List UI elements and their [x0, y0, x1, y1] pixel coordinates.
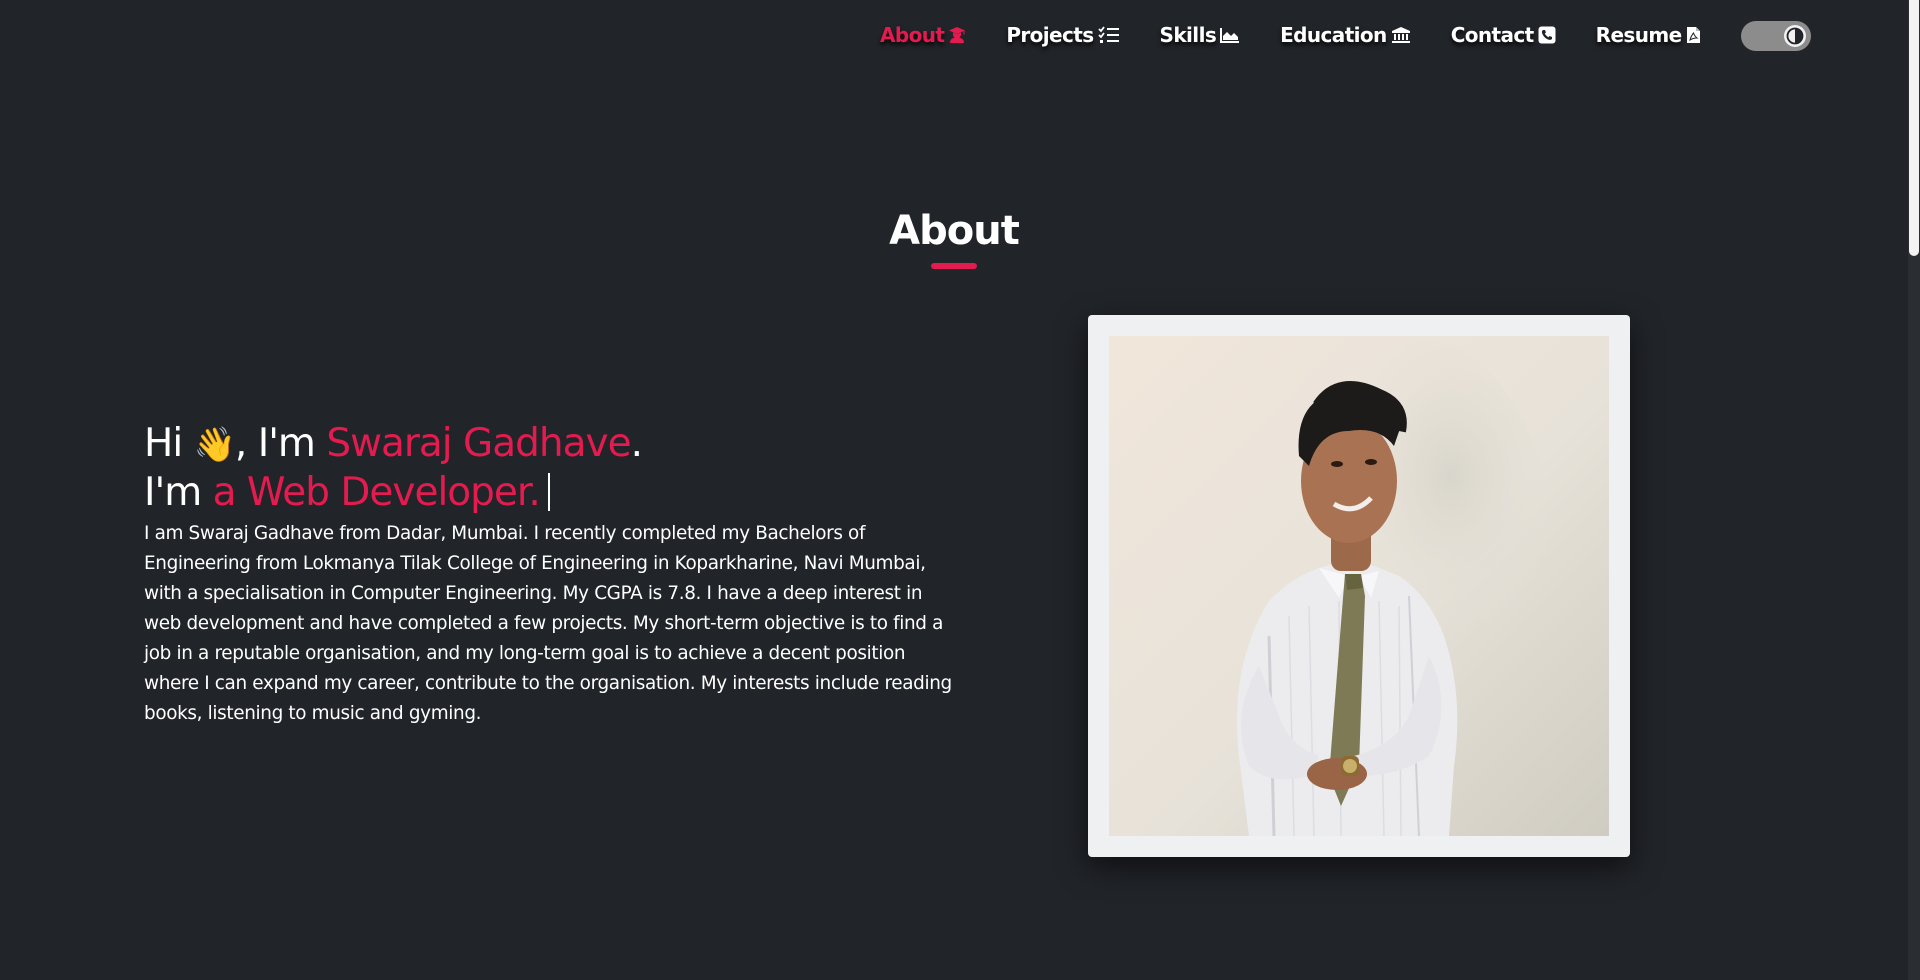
- nav-skills[interactable]: Skills: [1160, 23, 1241, 47]
- bio-paragraph: I am Swaraj Gadhave from Dadar, Mumbai. …: [144, 523, 952, 724]
- list-check-icon: [1097, 26, 1119, 43]
- nav-skills-label: Skills: [1159, 23, 1217, 47]
- area-chart-icon: [1220, 28, 1240, 43]
- nav-about-label: About: [880, 23, 945, 47]
- greeting-line: Hi 👋, I'm Swaraj Gadhave.: [144, 420, 954, 469]
- scrollbar-thumb[interactable]: [1909, 0, 1919, 256]
- portfolio-page: About Projects Skills Education Contact …: [0, 0, 1920, 980]
- university-icon: [1391, 27, 1410, 43]
- theme-toggle-knob: [1783, 25, 1806, 47]
- author-name: Swaraj Gadhave: [326, 421, 631, 466]
- profile-photo-frame: [1088, 315, 1630, 857]
- contrast-icon: [1786, 27, 1803, 45]
- about-intro: Hi 👋, I'm Swaraj Gadhave. I'm a Web Deve…: [144, 420, 954, 729]
- nav-resume-label: Resume: [1595, 23, 1683, 47]
- nav-contact[interactable]: Contact: [1451, 23, 1556, 47]
- nav-education[interactable]: Education: [1280, 23, 1411, 47]
- phone-square-icon: [1538, 26, 1556, 44]
- typed-role: a Web Developer.: [212, 470, 541, 515]
- nav-projects[interactable]: Projects: [1006, 23, 1119, 47]
- top-nav: About Projects Skills Education Contact …: [880, 18, 1811, 52]
- typing-cursor: [547, 473, 550, 511]
- greeting-prefix: Hi: [144, 421, 194, 466]
- file-pdf-icon: [1686, 27, 1700, 43]
- greeting-end: .: [630, 421, 643, 466]
- user-graduate-icon: [949, 27, 966, 43]
- nav-resume[interactable]: Resume: [1596, 23, 1701, 47]
- greeting-mid: , I'm: [234, 421, 327, 466]
- title-underline: [931, 263, 977, 269]
- nav-projects-label: Projects: [1006, 23, 1094, 47]
- theme-toggle[interactable]: [1740, 21, 1811, 51]
- about-section-title: About: [889, 208, 1020, 254]
- profile-photo: [1109, 336, 1609, 836]
- waving-hand-icon: 👋: [193, 425, 236, 465]
- page-scrollbar[interactable]: [1908, 0, 1920, 980]
- profile-photo-image: [1109, 336, 1609, 836]
- role-prefix: I'm: [144, 470, 213, 515]
- nav-education-label: Education: [1280, 23, 1387, 47]
- role-line: I'm a Web Developer.: [144, 469, 954, 517]
- nav-about[interactable]: About: [880, 23, 966, 47]
- nav-contact-label: Contact: [1450, 23, 1535, 47]
